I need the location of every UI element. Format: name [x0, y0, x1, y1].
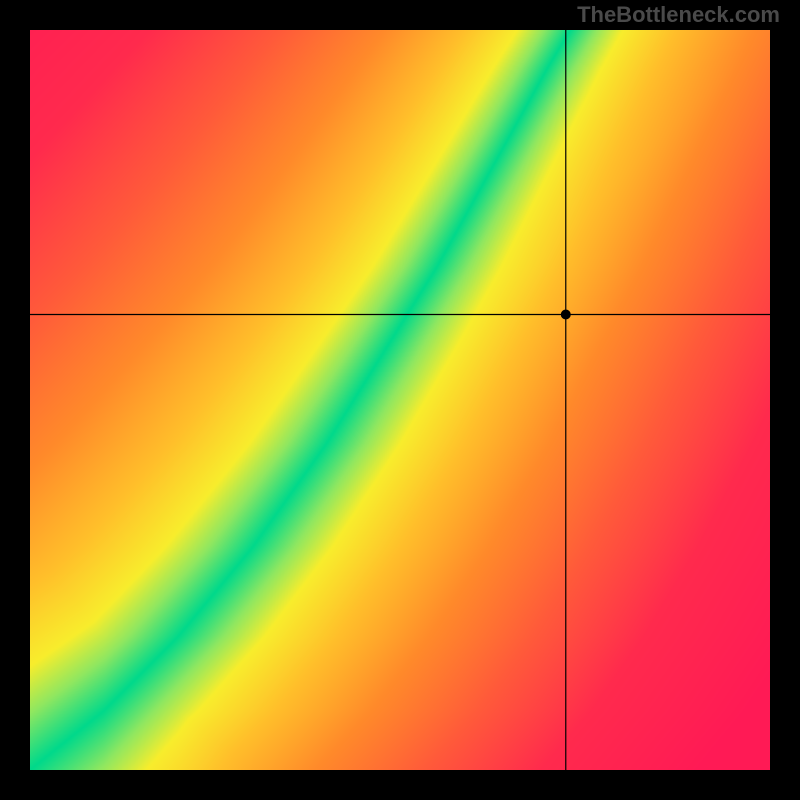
chart-frame: TheBottleneck.com — [0, 0, 800, 800]
watermark-text: TheBottleneck.com — [577, 2, 780, 28]
plot-area — [30, 30, 770, 770]
heatmap-canvas — [30, 30, 770, 770]
